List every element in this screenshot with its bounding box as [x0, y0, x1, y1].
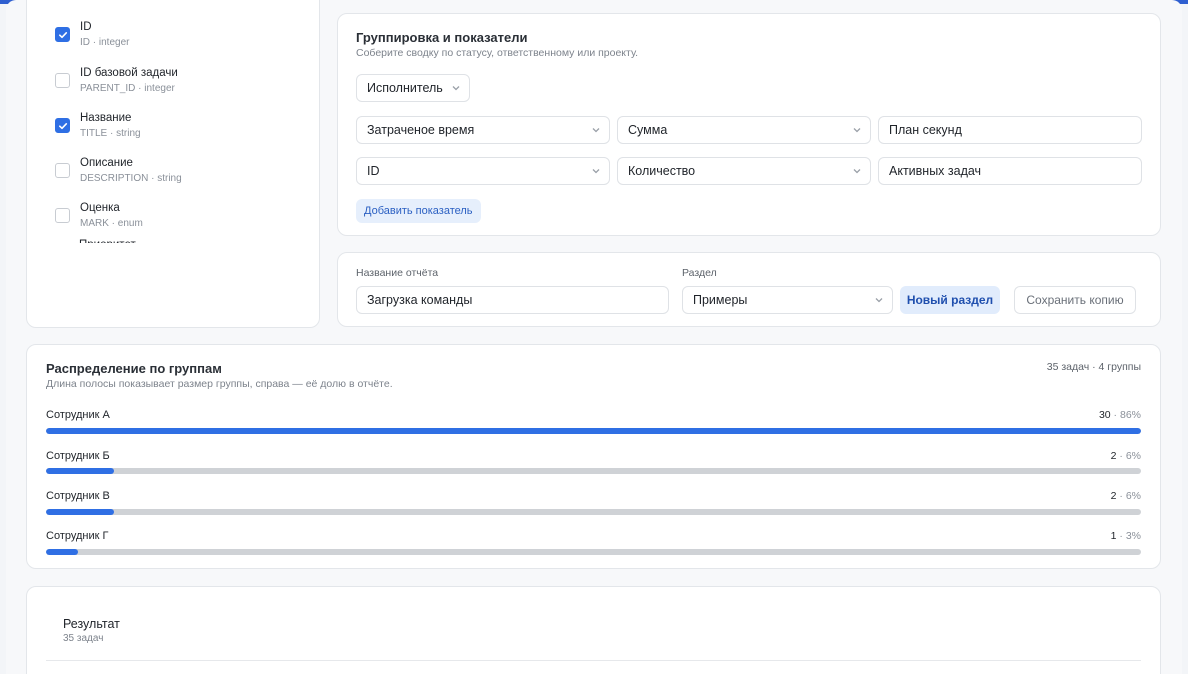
checkbox[interactable] [55, 163, 70, 178]
chevron-down-icon [592, 169, 600, 174]
field-code: DESCRIPTION · string [80, 173, 182, 184]
group-row-name: Сотрудник Г [46, 530, 109, 542]
add-metric-button[interactable]: Добавить показатель [356, 199, 481, 223]
card-title: Группировка и показатели [356, 30, 528, 45]
group-share: 3% [1125, 530, 1141, 542]
group-row-value: 30 · 86% [1098, 409, 1141, 421]
field-title: Оценка [80, 202, 120, 214]
divider [46, 660, 1141, 661]
group-row-name: Сотрудник Б [46, 450, 110, 462]
group-bar-track [46, 428, 1141, 434]
check-icon [58, 31, 67, 38]
group-share: 6% [1125, 450, 1141, 462]
metric-2-aggregate-select[interactable]: Количество [617, 157, 871, 185]
select-value: Исполнитель [367, 81, 443, 95]
field-title: ID [80, 21, 92, 33]
field-code: MARK · enum [80, 218, 143, 229]
group-bar-track [46, 549, 1141, 555]
group-share: 86% [1119, 409, 1141, 421]
field-code: TITLE · string [80, 128, 141, 139]
chevron-down-icon [875, 298, 883, 303]
group-bar-fill [46, 509, 114, 515]
checkbox[interactable] [55, 208, 70, 223]
chevron-down-icon [592, 128, 600, 133]
metric-2-label-input[interactable]: Активных задач [878, 157, 1142, 185]
group-distribution-card: Распределение по группам Длина полосы по… [26, 344, 1161, 569]
group-bar-track [46, 509, 1141, 515]
metric-1-aggregate-select[interactable]: Сумма [617, 116, 871, 144]
metric-1-field-select[interactable]: Затраченое время [356, 116, 610, 144]
field-title: Название [80, 112, 132, 124]
select-value: ID [367, 164, 380, 178]
field-list-panel: ID ID · integer ID базовой задачи PARENT… [26, 0, 320, 328]
field-item-title[interactable]: Название TITLE · string [55, 110, 141, 141]
chevron-down-icon [853, 128, 861, 133]
grouping-metrics-card: Группировка и показатели Соберите сводку… [337, 13, 1161, 236]
result-title: Результат [63, 617, 120, 631]
field-item-id[interactable]: ID ID · integer [55, 19, 129, 50]
card-title: Распределение по группам [46, 361, 222, 376]
group-count: 30 [1098, 409, 1111, 421]
select-value: Количество [628, 164, 696, 178]
metric-1-label-input[interactable]: План секунд [878, 116, 1142, 144]
metric-2-field-select[interactable]: ID [356, 157, 610, 185]
group-row-name: Сотрудник А [46, 409, 110, 421]
group-bar-fill [46, 428, 1141, 434]
checkbox[interactable] [55, 27, 70, 42]
save-copy-button[interactable]: Сохранить копию [1014, 286, 1136, 314]
group-bar-fill [46, 549, 78, 555]
select-value: Сумма [628, 123, 668, 137]
section-select[interactable]: Примеры [682, 286, 893, 314]
group-share: 6% [1125, 490, 1141, 502]
select-value: Примеры [693, 293, 748, 307]
group-bar-track [46, 468, 1141, 474]
checkbox[interactable] [55, 73, 70, 88]
check-icon [58, 122, 67, 129]
chevron-down-icon [853, 169, 861, 174]
field-item-mark[interactable]: Оценка MARK · enum [55, 200, 143, 231]
distribution-summary: 35 задач · 4 группы [1046, 361, 1141, 373]
field-item-clipped: Приоритет [79, 237, 136, 243]
field-code: PARENT_ID · integer [80, 83, 175, 94]
card-subtitle: Соберите сводку по статусу, ответственно… [356, 47, 639, 59]
select-value: Затраченое время [367, 123, 475, 137]
chevron-down-icon [452, 86, 460, 91]
field-code: ID · integer [80, 37, 130, 48]
new-section-button[interactable]: Новый раздел [900, 286, 1000, 314]
report-save-card: Название отчёта Загрузка команды Раздел … [337, 252, 1161, 327]
group-row-value: 1 · 3% [1110, 530, 1141, 542]
field-title: ID базовой задачи [80, 67, 178, 79]
report-name-label: Название отчёта [356, 267, 439, 279]
field-item-description[interactable]: Описание DESCRIPTION · string [55, 155, 182, 186]
field-item-parent-id[interactable]: ID базовой задачи PARENT_ID · integer [55, 65, 178, 96]
card-subtitle: Длина полосы показывает размер группы, с… [46, 378, 393, 390]
checkbox[interactable] [55, 118, 70, 133]
report-name-input[interactable]: Загрузка команды [356, 286, 669, 314]
report-builder-page: ID ID · integer ID базовой задачи PARENT… [6, 0, 1182, 674]
group-by-select[interactable]: Исполнитель [356, 74, 470, 102]
group-row-name: Сотрудник В [46, 490, 110, 502]
section-label: Раздел [682, 267, 717, 279]
field-title: Описание [80, 157, 133, 169]
group-row-value: 2 · 6% [1110, 450, 1141, 462]
result-subtitle: 35 задач [63, 633, 104, 644]
group-row-value: 2 · 6% [1110, 490, 1141, 502]
group-bar-fill [46, 468, 114, 474]
result-card: Результат 35 задач [26, 586, 1161, 674]
